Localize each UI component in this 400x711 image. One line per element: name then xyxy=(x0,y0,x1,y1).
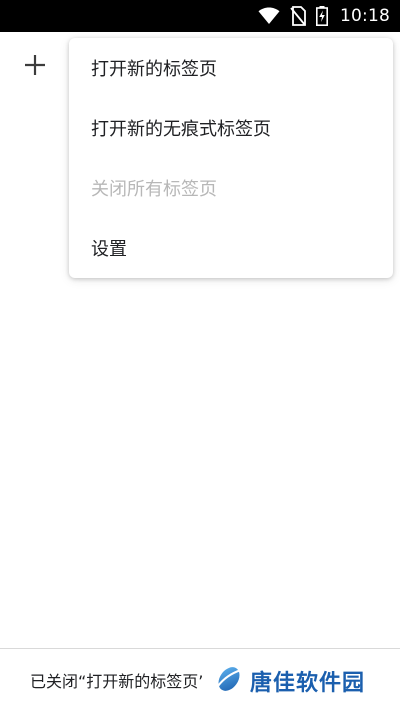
wifi-icon xyxy=(258,7,280,25)
menu-item-label: 打开新的无痕式标签页 xyxy=(91,119,271,140)
menu-item-new-tab[interactable]: 打开新的标签页 xyxy=(69,38,393,98)
no-sim-icon xyxy=(290,6,306,26)
menu-item-label: 关闭所有标签页 xyxy=(91,179,217,200)
snackbar: 已关闭“打开新的标签页” 唐佳软件园 xyxy=(0,649,400,711)
menu-item-label: 打开新的标签页 xyxy=(91,59,217,80)
plus-icon xyxy=(24,54,46,80)
snackbar-message: 已关闭“打开新的标签页” xyxy=(30,672,202,691)
new-tab-button[interactable] xyxy=(18,50,52,84)
menu-item-settings[interactable]: 设置 xyxy=(69,218,393,278)
watermark: 唐佳软件园 xyxy=(214,663,365,699)
menu-item-label: 设置 xyxy=(91,239,127,260)
menu-item-new-incognito-tab[interactable]: 打开新的无痕式标签页 xyxy=(69,98,393,158)
overflow-menu: 打开新的标签页 打开新的无痕式标签页 关闭所有标签页 设置 xyxy=(69,38,393,278)
menu-item-close-all-tabs: 关闭所有标签页 xyxy=(69,158,393,218)
status-bar: 10:18 xyxy=(0,0,400,32)
status-icons: 10:18 xyxy=(258,0,390,32)
screen: 10:18 打开新的标签页 打开新的无痕式标签页 关闭所有标签页 设置 已关闭“… xyxy=(0,0,400,711)
watermark-text: 唐佳软件园 xyxy=(250,671,366,696)
battery-charging-icon xyxy=(316,6,328,26)
status-time: 10:18 xyxy=(340,6,390,26)
watermark-logo-icon xyxy=(214,664,244,698)
